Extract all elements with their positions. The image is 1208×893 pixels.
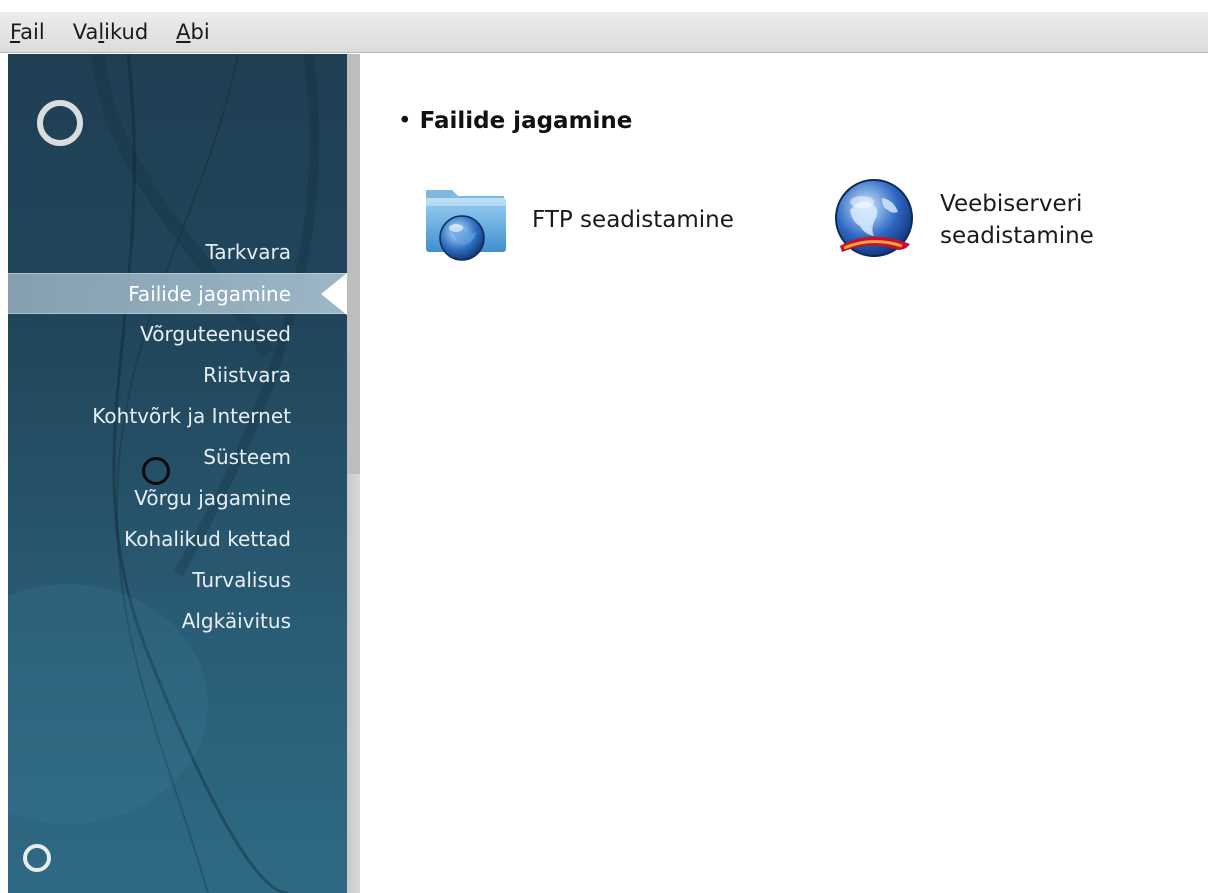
window-title-fragment bbox=[0, 0, 1208, 12]
sidebar-item-label: Võrguteenused bbox=[140, 322, 291, 346]
sidebar-item-label: Võrgu jagamine bbox=[134, 486, 291, 510]
tool-web-server-label: Veebiserveri seadistamine bbox=[940, 188, 1094, 252]
tool-ftp-setup[interactable]: FTP seadistamine bbox=[422, 176, 734, 264]
sidebar-item-vorguteenused[interactable]: Võrguteenused bbox=[8, 314, 347, 355]
web-server-globe-icon bbox=[835, 179, 913, 257]
active-pointer-icon bbox=[321, 273, 347, 315]
sidebar-item-label: Tarkvara bbox=[205, 240, 291, 264]
menu-fail[interactable]: Fail bbox=[8, 18, 47, 46]
sidebar-nav: Tarkvara Failide jagamine Võrguteenused … bbox=[8, 232, 347, 642]
mageia-small-ring-icon bbox=[23, 844, 51, 872]
sidebar-item-failide-jagamine[interactable]: Failide jagamine bbox=[8, 273, 347, 315]
section-title-text: Failide jagamine bbox=[419, 108, 633, 134]
menu-abi[interactable]: Abi bbox=[174, 18, 212, 46]
sidebar-item-label: Algkäivitus bbox=[181, 609, 291, 633]
sidebar-item-riistvara[interactable]: Riistvara bbox=[8, 355, 347, 396]
sidebar-item-kohtvork[interactable]: Kohtvõrk ja Internet bbox=[8, 396, 347, 437]
menu-valikud[interactable]: Valikud bbox=[71, 18, 150, 46]
sidebar-item-kohalikud-kettad[interactable]: Kohalikud kettad bbox=[8, 519, 347, 560]
tool-label-line: seadistamine bbox=[940, 223, 1094, 249]
sidebar-item-susteem[interactable]: Süsteem bbox=[8, 437, 347, 478]
sidebar-item-label: Failide jagamine bbox=[128, 282, 291, 306]
sidebar-item-vorgu-jagamine[interactable]: Võrgu jagamine bbox=[8, 478, 347, 519]
app-window: Fail Valikud Abi Tarkvara Failide jagami… bbox=[0, 0, 1208, 893]
mageia-logo-ring-icon bbox=[37, 100, 83, 146]
sidebar-item-algkaivitus[interactable]: Algkäivitus bbox=[8, 601, 347, 642]
tool-ftp-label: FTP seadistamine bbox=[532, 204, 734, 236]
menu-bar: Fail Valikud Abi bbox=[0, 12, 1208, 53]
sidebar-item-label: Turvalisus bbox=[192, 568, 291, 592]
tool-label-line: FTP seadistamine bbox=[532, 207, 734, 233]
sidebar-item-label: Riistvara bbox=[203, 363, 291, 387]
sidebar-item-label: Kohtvõrk ja Internet bbox=[92, 404, 291, 428]
sidebar-item-label: Kohalikud kettad bbox=[124, 527, 291, 551]
sidebar: Tarkvara Failide jagamine Võrguteenused … bbox=[8, 54, 347, 893]
tool-label-line: Veebiserveri bbox=[940, 191, 1083, 217]
section-title: • Failide jagamine bbox=[398, 108, 632, 134]
tool-web-server-setup[interactable]: Veebiserveri seadistamine bbox=[830, 176, 1094, 264]
sidebar-scrollbar-thumb[interactable] bbox=[347, 54, 360, 474]
bullet-icon: • bbox=[398, 108, 412, 134]
sidebar-item-label: Süsteem bbox=[203, 445, 291, 469]
busy-cursor-icon bbox=[142, 457, 170, 485]
ftp-folder-globe-icon bbox=[426, 190, 506, 261]
sidebar-item-turvalisus[interactable]: Turvalisus bbox=[8, 560, 347, 601]
main-content: • Failide jagamine FTP seadistamine Veeb… bbox=[360, 54, 1208, 893]
sidebar-scrollbar[interactable] bbox=[347, 54, 360, 893]
sidebar-item-tarkvara[interactable]: Tarkvara bbox=[8, 232, 347, 273]
